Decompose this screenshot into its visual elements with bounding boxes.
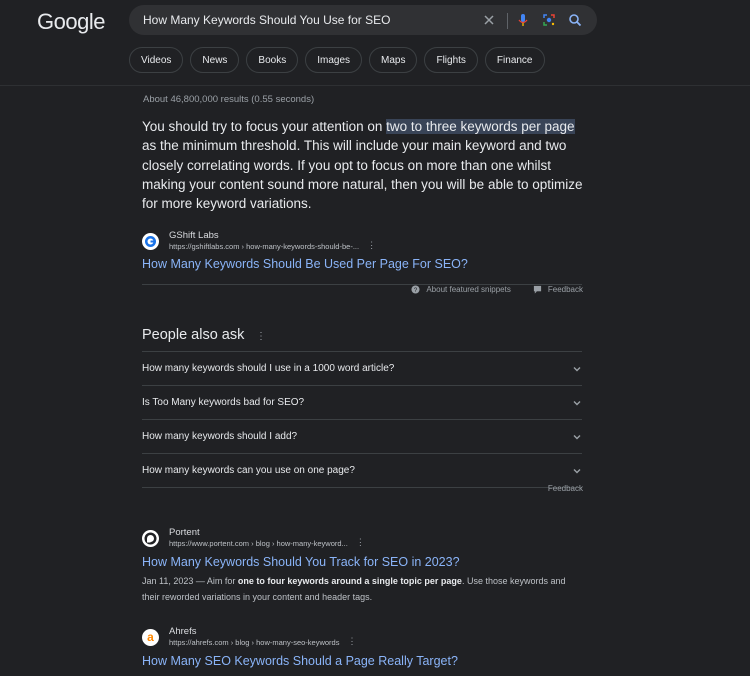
tab-maps[interactable]: Maps xyxy=(369,47,418,73)
tab-videos[interactable]: Videos xyxy=(129,47,184,73)
paa-question-text: How many keywords should I add? xyxy=(142,431,298,442)
snippet-highlight: two to three keywords per page xyxy=(386,119,575,134)
result-date: Jan 11, 2023 xyxy=(142,576,194,586)
gshift-logo-icon xyxy=(145,235,156,247)
paa-question-text: How many keywords should I use in a 1000… xyxy=(142,363,395,374)
gshift-favicon xyxy=(142,232,159,250)
more-options-icon[interactable]: ⋮ xyxy=(356,537,365,548)
paa-more-icon[interactable]: ⋮ xyxy=(256,331,266,342)
source-name: GShift Labs xyxy=(169,230,219,241)
mic-icon[interactable] xyxy=(515,12,531,28)
snippet-pre: — Aim for xyxy=(193,576,238,586)
featured-result-title[interactable]: How Many Keywords Should Be Used Per Pag… xyxy=(142,257,468,271)
source-name: Portent xyxy=(169,527,200,538)
result-snippet: Jan 11, 2023 — Aim for one to four keywo… xyxy=(142,574,582,605)
result-source-portent[interactable]: Portent https://www.portent.com › blog ›… xyxy=(142,527,365,549)
help-icon: ? xyxy=(411,285,420,294)
paa-question-text: Is Too Many keywords bad for SEO? xyxy=(142,397,305,408)
google-logo[interactable]: Google xyxy=(37,9,105,35)
search-input[interactable] xyxy=(143,11,473,29)
tab-flights[interactable]: Flights xyxy=(424,47,478,73)
source-url: https://gshiftlabs.com › how-many-keywor… xyxy=(169,242,360,251)
tab-books[interactable]: Books xyxy=(246,47,299,73)
header-divider xyxy=(0,85,750,86)
result-stats: About 46,800,000 results (0.55 seconds) xyxy=(143,94,315,105)
search-divider xyxy=(507,13,508,29)
lens-icon[interactable] xyxy=(541,12,557,28)
result-title[interactable]: How Many Keywords Should You Track for S… xyxy=(142,555,460,569)
svg-text:?: ? xyxy=(414,287,418,294)
chevron-down-icon xyxy=(573,468,581,473)
paa-question-text: How many keywords can you use on one pag… xyxy=(142,465,355,476)
source-url: https://www.portent.com › blog › how-man… xyxy=(169,539,348,548)
paa-question[interactable]: How many keywords can you use on one pag… xyxy=(142,453,582,488)
paa-question[interactable]: Is Too Many keywords bad for SEO? xyxy=(142,385,582,419)
tab-finance[interactable]: Finance xyxy=(484,47,545,73)
featured-snippet-text: You should try to focus your attention o… xyxy=(142,117,587,213)
people-also-ask-title: People also ask xyxy=(142,327,245,343)
result-source-ahrefs[interactable]: a Ahrefs https://ahrefs.com › blog › how… xyxy=(142,626,356,648)
tab-news[interactable]: News xyxy=(190,47,240,73)
source-name: Ahrefs xyxy=(169,626,197,637)
about-featured-snippets-link[interactable]: About featured snippets xyxy=(426,285,511,294)
featured-footer: ? About featured snippets Feedback xyxy=(411,285,583,294)
paa-question[interactable]: How many keywords should I use in a 1000… xyxy=(142,351,582,385)
snippet-text-before: You should try to focus your attention o… xyxy=(142,119,387,134)
portent-favicon xyxy=(142,529,159,547)
more-options-icon[interactable]: ⋮ xyxy=(347,636,356,647)
chevron-down-icon xyxy=(573,366,581,371)
tab-images[interactable]: Images xyxy=(305,47,363,73)
featured-source[interactable]: GShift Labs https://gshiftlabs.com › how… xyxy=(142,230,376,252)
result-title[interactable]: How Many SEO Keywords Should a Page Real… xyxy=(142,654,458,668)
chevron-down-icon xyxy=(573,434,581,439)
source-url: https://ahrefs.com › blog › how-many-seo… xyxy=(169,638,340,647)
search-bar[interactable] xyxy=(129,5,597,35)
feedback-link[interactable]: Feedback xyxy=(548,285,583,294)
snippet-text-after: as the minimum threshold. This will incl… xyxy=(142,138,583,212)
snippet-bold: one to four keywords around a single top… xyxy=(237,576,462,586)
ahrefs-letter: a xyxy=(147,629,154,644)
paa-feedback-link[interactable]: Feedback xyxy=(548,484,583,493)
search-tabs: Videos News Books Images Maps Flights Fi… xyxy=(129,47,545,73)
chevron-down-icon xyxy=(573,400,581,405)
portent-logo-icon xyxy=(144,532,157,544)
people-also-ask-list: How many keywords should I use in a 1000… xyxy=(142,351,582,488)
more-options-icon[interactable]: ⋮ xyxy=(367,240,376,251)
paa-question[interactable]: How many keywords should I add? xyxy=(142,419,582,453)
ahrefs-favicon: a xyxy=(142,628,159,646)
search-icon[interactable] xyxy=(567,12,583,28)
clear-icon[interactable] xyxy=(481,12,497,28)
feedback-icon xyxy=(533,285,541,294)
